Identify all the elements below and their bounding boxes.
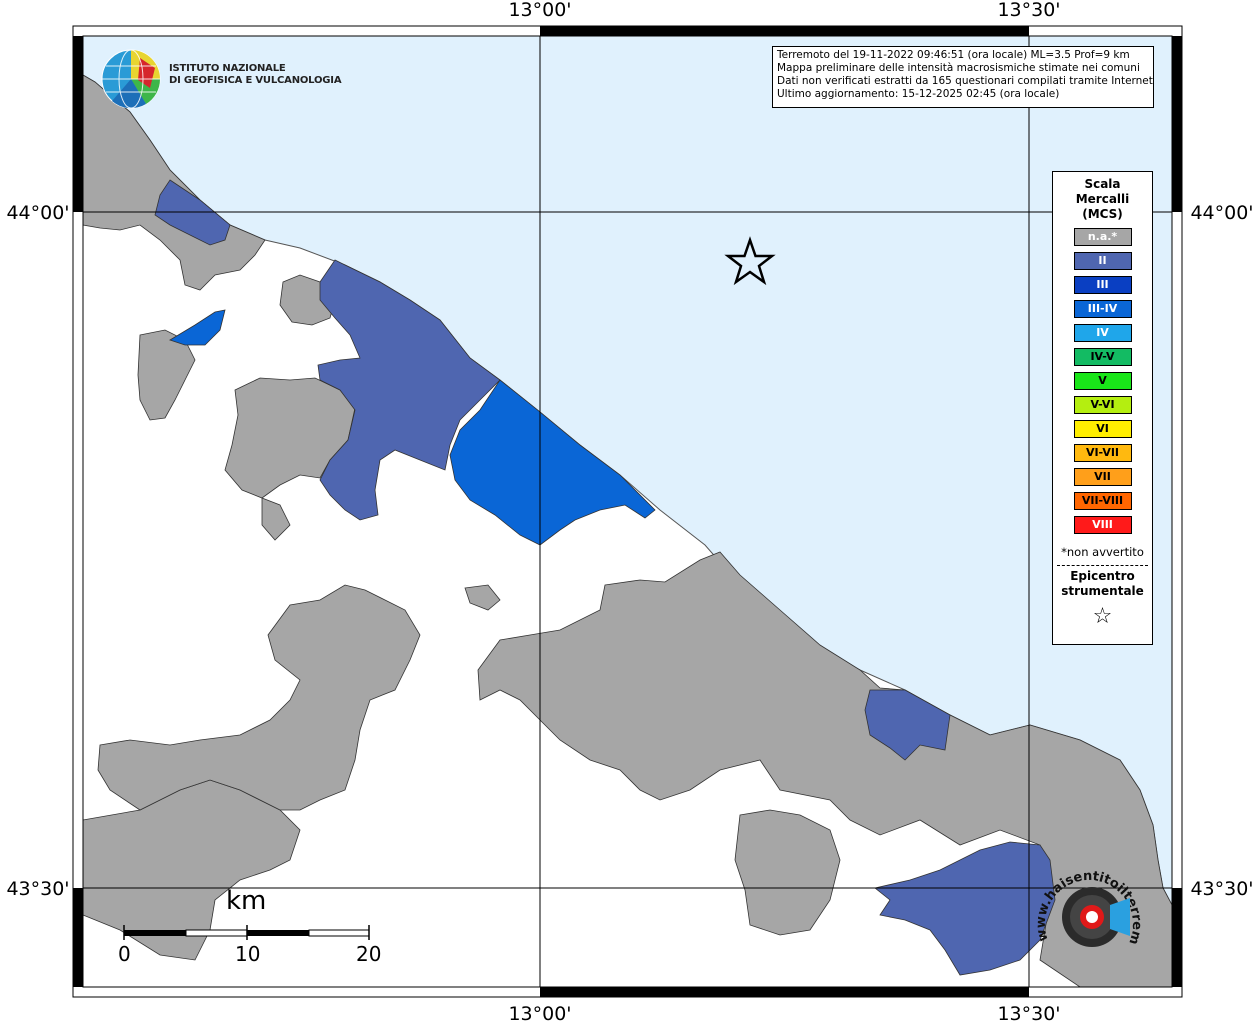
lon-label-top-1300: 13°00' (508, 0, 571, 21)
legend-swatch-vi: VI (1073, 420, 1132, 438)
haisentito-logo: www.haisentitoilterremoto.it (1030, 860, 1144, 947)
scale-unit: km (226, 886, 267, 916)
lat-label-left-4330: 43°30' (6, 878, 69, 900)
legend-note: *non avvertito (1061, 545, 1144, 559)
intensity-legend: Scala Mercalli (MCS) n.a.* II III III-IV IV I… (1052, 171, 1153, 645)
legend-swatch-iv: IV (1073, 324, 1132, 342)
scale-label-10: 10 (235, 942, 261, 966)
legend-title-line1: Scala (1084, 177, 1121, 191)
scale-label-0: 0 (118, 942, 131, 966)
lat-label-right-4400: 44°00' (1190, 202, 1253, 224)
legend-swatch-iiiiv: III-IV (1073, 300, 1132, 318)
lon-label-bottom-1300: 13°00' (508, 1003, 571, 1024)
legend-swatches: n.a.* II III III-IV IV IV-V V V-VI VI VI-VII VII VI… (1053, 228, 1152, 534)
legend-swatch-vivii: VI-VII (1073, 444, 1132, 462)
legend-swatch-v: V (1073, 372, 1132, 390)
lat-label-right-4330: 43°30' (1190, 878, 1253, 900)
info-line-event: Terremoto del 19-11-2022 09:46:51 (ora l… (777, 49, 1130, 61)
legend-swatch-vvi: V-VI (1073, 396, 1132, 414)
legend-title-line2: Mercalli (1075, 192, 1130, 206)
ingv-name: ISTITUTO NAZIONALE DI GEOFISICA E VULCAN… (169, 63, 342, 87)
legend-swatch-ivv: IV-V (1073, 348, 1132, 366)
legend-title: Scala Mercalli (MCS) (1053, 177, 1152, 222)
legend-star-icon: ☆ (1092, 604, 1113, 629)
info-line-map: Mappa preliminare delle intensità macros… (777, 62, 1140, 74)
legend-title-line3: (MCS) (1082, 207, 1123, 221)
lon-label-bottom-1330: 13°30' (997, 1003, 1060, 1024)
info-line-updated: Ultimo aggiornamento: 15-12-2025 02:45 (… (777, 88, 1060, 100)
legend-epicenter-line2: strumentale (1061, 584, 1144, 598)
info-line-data: Dati non verificati estratti da 165 ques… (777, 75, 1154, 87)
earthquake-info-box: Terremoto del 19-11-2022 09:46:51 (ora l… (772, 46, 1154, 108)
legend-swatch-viii: VIII (1073, 516, 1132, 534)
legend-swatch-ii: II (1073, 252, 1132, 270)
legend-swatch-na: n.a.* (1073, 228, 1132, 246)
scale-label-20: 20 (356, 942, 382, 966)
legend-swatch-iii: III (1073, 276, 1132, 294)
lon-label-top-1330: 13°30' (997, 0, 1060, 21)
ingv-name-line2: DI GEOFISICA E VULCANOLOGIA (169, 75, 342, 86)
ingv-name-line1: ISTITUTO NAZIONALE (169, 63, 286, 74)
legend-swatch-viiviii: VII-VIII (1073, 492, 1132, 510)
lat-label-left-4400: 44°00' (6, 202, 69, 224)
legend-epicenter-line1: Epicentro (1070, 569, 1135, 583)
legend-epicenter-label: Epicentro strumentale (1053, 569, 1152, 599)
legend-separator (1057, 565, 1148, 566)
legend-swatch-vii: VII (1073, 468, 1132, 486)
